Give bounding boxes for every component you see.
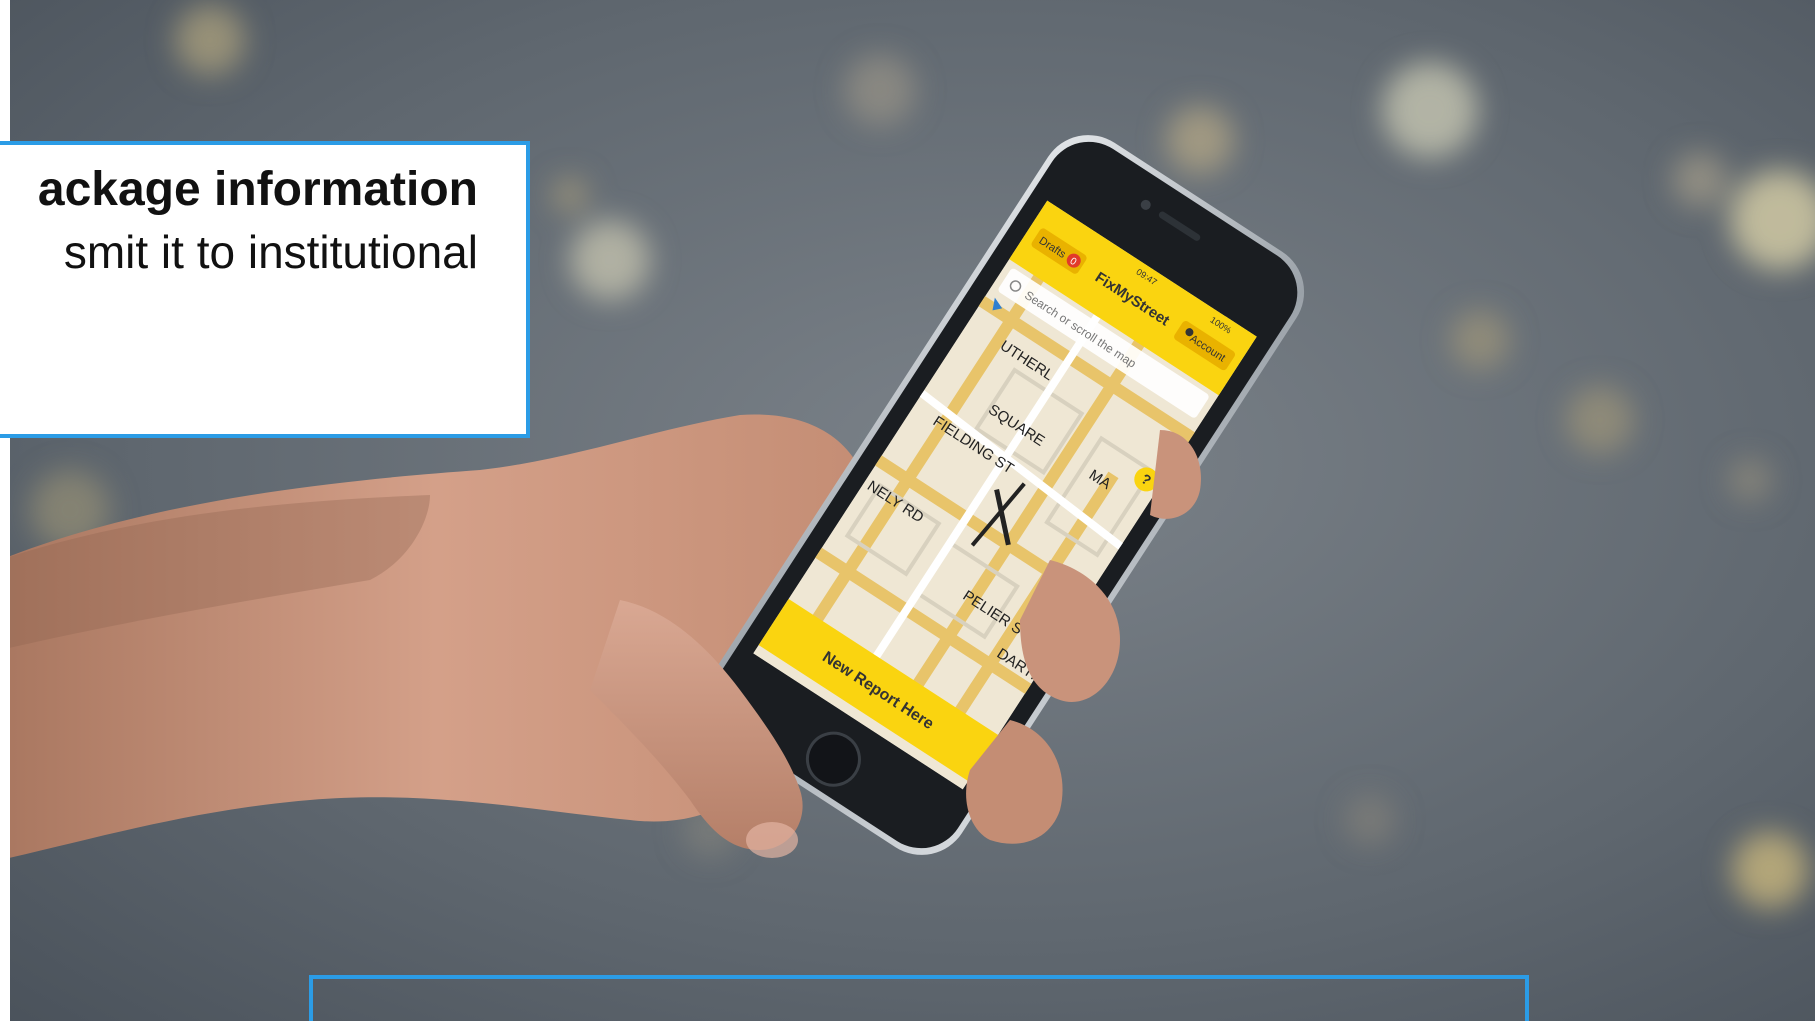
- slide: UTHERL SQUARE FIELDING ST PELIER S DARTF…: [0, 0, 1815, 1021]
- callout-body: smit it to institutional: [63, 226, 478, 278]
- bottom-caption-frame: [309, 975, 1529, 1021]
- callout-heading: ackage information: [37, 163, 478, 216]
- info-callout: ackage information smit it to institutio…: [0, 141, 530, 438]
